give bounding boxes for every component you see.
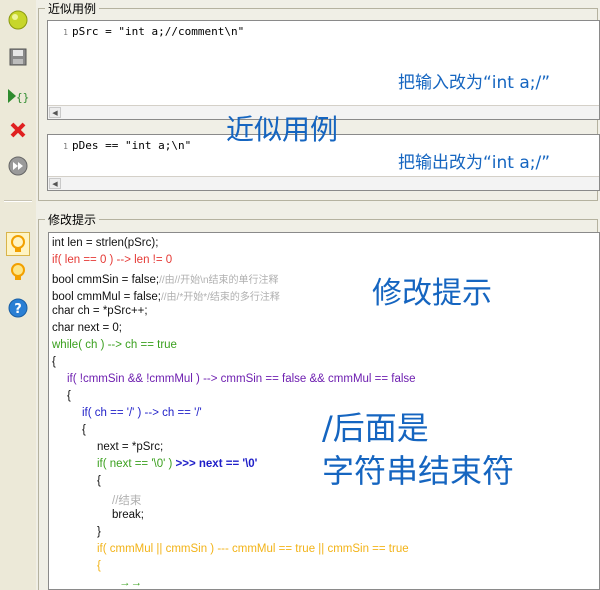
code-text: >>> next == '\0' <box>175 458 258 470</box>
hint-group-title: 修改提示 <box>45 211 100 228</box>
code-line: →→ <box>119 577 142 589</box>
forward-icon[interactable] <box>6 154 30 178</box>
line-number: 1 <box>63 142 68 151</box>
hint-icon[interactable] <box>6 232 30 256</box>
hint-overlay-note-2: 字符串结束符 <box>322 452 515 490</box>
source-annotation: 把输入改为“int a;/” <box>398 73 551 93</box>
code-line: { <box>97 560 101 572</box>
help-icon[interactable]: ? <box>6 296 30 320</box>
example-group-title: 近似用例 <box>45 0 100 17</box>
code-text: bool cmmSin = false; <box>52 274 160 286</box>
destination-hscrollbar[interactable]: ◀ <box>48 176 599 190</box>
code-comment: //由/*开始*/结束的多行注释 <box>160 292 280 303</box>
code-line: int len = strlen(pSrc); <box>52 237 159 249</box>
code-line: bool cmmSin = false;//由//开始\n结束的单行注释 <box>52 271 279 286</box>
line-number: 1 <box>63 28 68 37</box>
bulb-icon[interactable] <box>6 260 30 284</box>
code-line: char next = 0; <box>52 322 122 334</box>
toolbar-separator <box>4 200 32 202</box>
code-line: char ch = *pSrc++; <box>52 305 148 317</box>
code-line: while( ch ) --> ch == true <box>52 339 177 351</box>
code-line: bool cmmMul = false;//由/*开始*/结束的多行注释 <box>52 288 280 303</box>
example-overlay-label: 近似用例 <box>226 113 339 146</box>
destination-code-line: pDes == "int a;\n" <box>72 139 192 152</box>
code-line: if( !cmmSin && !cmmMul ) --> cmmSin == f… <box>67 373 416 385</box>
svg-text:{}: {} <box>16 91 29 104</box>
code-text: if( next == '\0' ) <box>97 458 176 470</box>
code-line: next = *pSrc; <box>97 441 164 453</box>
code-comment: //结束 <box>112 495 142 507</box>
hint-overlay-note-1: /后面是 <box>322 409 429 447</box>
run-icon[interactable] <box>6 8 30 32</box>
scroll-left-arrow-icon[interactable]: ◀ <box>49 178 61 189</box>
hint-overlay-label: 修改提示 <box>372 276 492 311</box>
delete-icon[interactable] <box>6 118 30 142</box>
code-line: { <box>82 424 86 436</box>
code-line: if( len == 0 ) --> len != 0 <box>52 254 173 266</box>
scroll-left-arrow-icon[interactable]: ◀ <box>49 107 61 118</box>
code-line: if( ch == '/' ) --> ch == '/' <box>82 407 202 419</box>
code-line: { <box>52 356 56 368</box>
svg-text:?: ? <box>14 302 22 317</box>
code-line: if( cmmMul || cmmSin ) --- cmmMul == tru… <box>97 543 409 555</box>
code-text: bool cmmMul = false; <box>52 291 161 303</box>
code-line: { <box>67 390 71 402</box>
destination-annotation: 把输出改为“int a;/” <box>398 153 551 173</box>
code-line: { <box>97 475 101 487</box>
code-line: if( next == '\0' ) >>> next == '\0' <box>97 458 257 470</box>
left-toolbar: {} ? <box>0 0 36 590</box>
code-line: break; <box>112 509 144 521</box>
debug-icon[interactable]: {} <box>6 84 30 108</box>
code-line: } <box>97 526 101 538</box>
code-comment: //由//开始\n结束的单行注释 <box>159 275 279 286</box>
save-icon[interactable] <box>6 45 30 69</box>
source-code-line: pSrc = "int a;//comment\n" <box>72 25 245 38</box>
